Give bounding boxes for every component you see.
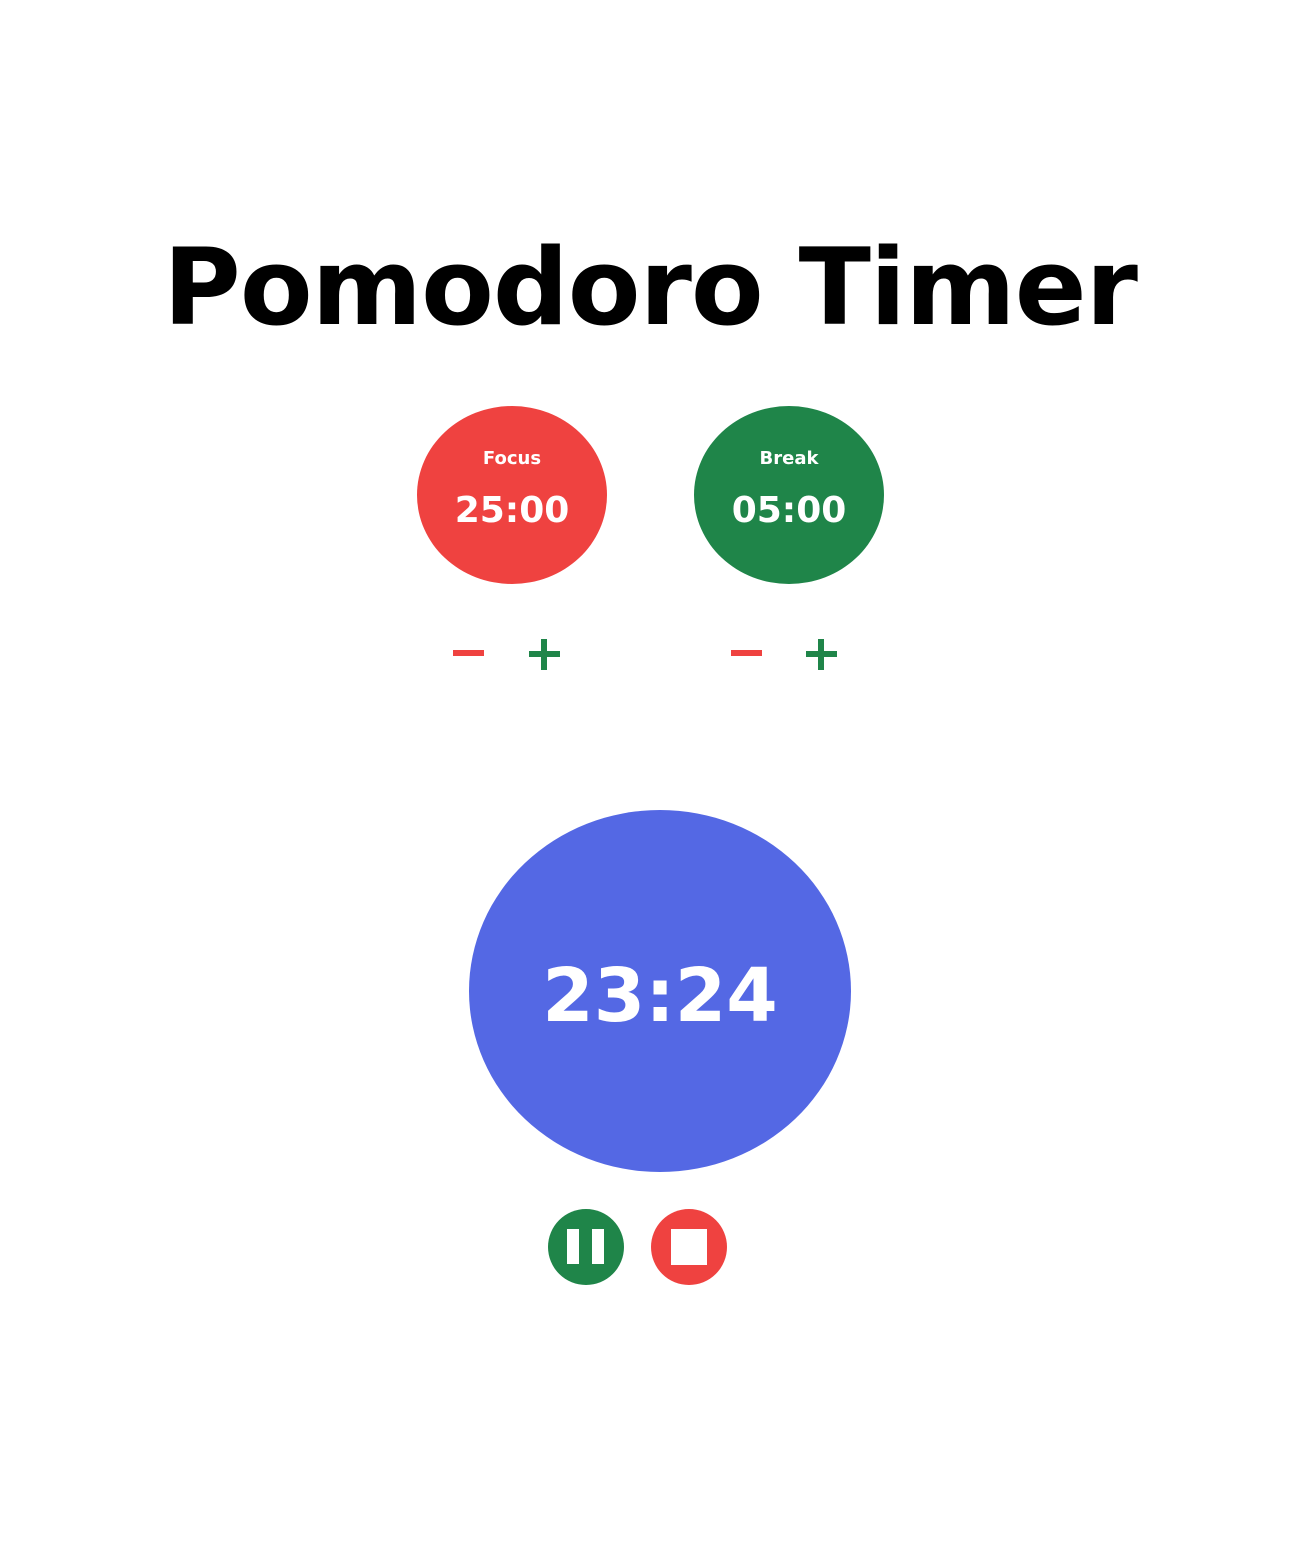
minus-icon — [731, 650, 762, 656]
break-increase-button[interactable] — [801, 634, 841, 674]
focus-label: Focus — [482, 448, 542, 469]
focus-setting-circle: Focus 25:00 — [417, 406, 607, 584]
focus-duration-value: 25:00 — [454, 490, 570, 531]
stop-button[interactable] — [651, 1209, 727, 1285]
countdown-value: 23:24 — [542, 953, 778, 1039]
pause-icon — [567, 1229, 604, 1264]
page-title: Pomodoro Timer — [163, 226, 1138, 349]
pause-button[interactable] — [548, 1209, 624, 1285]
stop-icon — [671, 1229, 707, 1265]
countdown-timer-circle: 23:24 — [469, 810, 851, 1172]
break-label: Break — [759, 448, 819, 469]
break-setting-circle: Break 05:00 — [694, 406, 884, 584]
focus-decrease-button[interactable] — [448, 634, 488, 674]
focus-increase-button[interactable] — [524, 634, 564, 674]
pomodoro-page: Pomodoro Timer Focus 25:00 Break 05:00 2… — [0, 0, 1300, 1565]
break-duration-value: 05:00 — [731, 490, 847, 531]
break-decrease-button[interactable] — [726, 634, 766, 674]
minus-icon — [453, 650, 484, 656]
